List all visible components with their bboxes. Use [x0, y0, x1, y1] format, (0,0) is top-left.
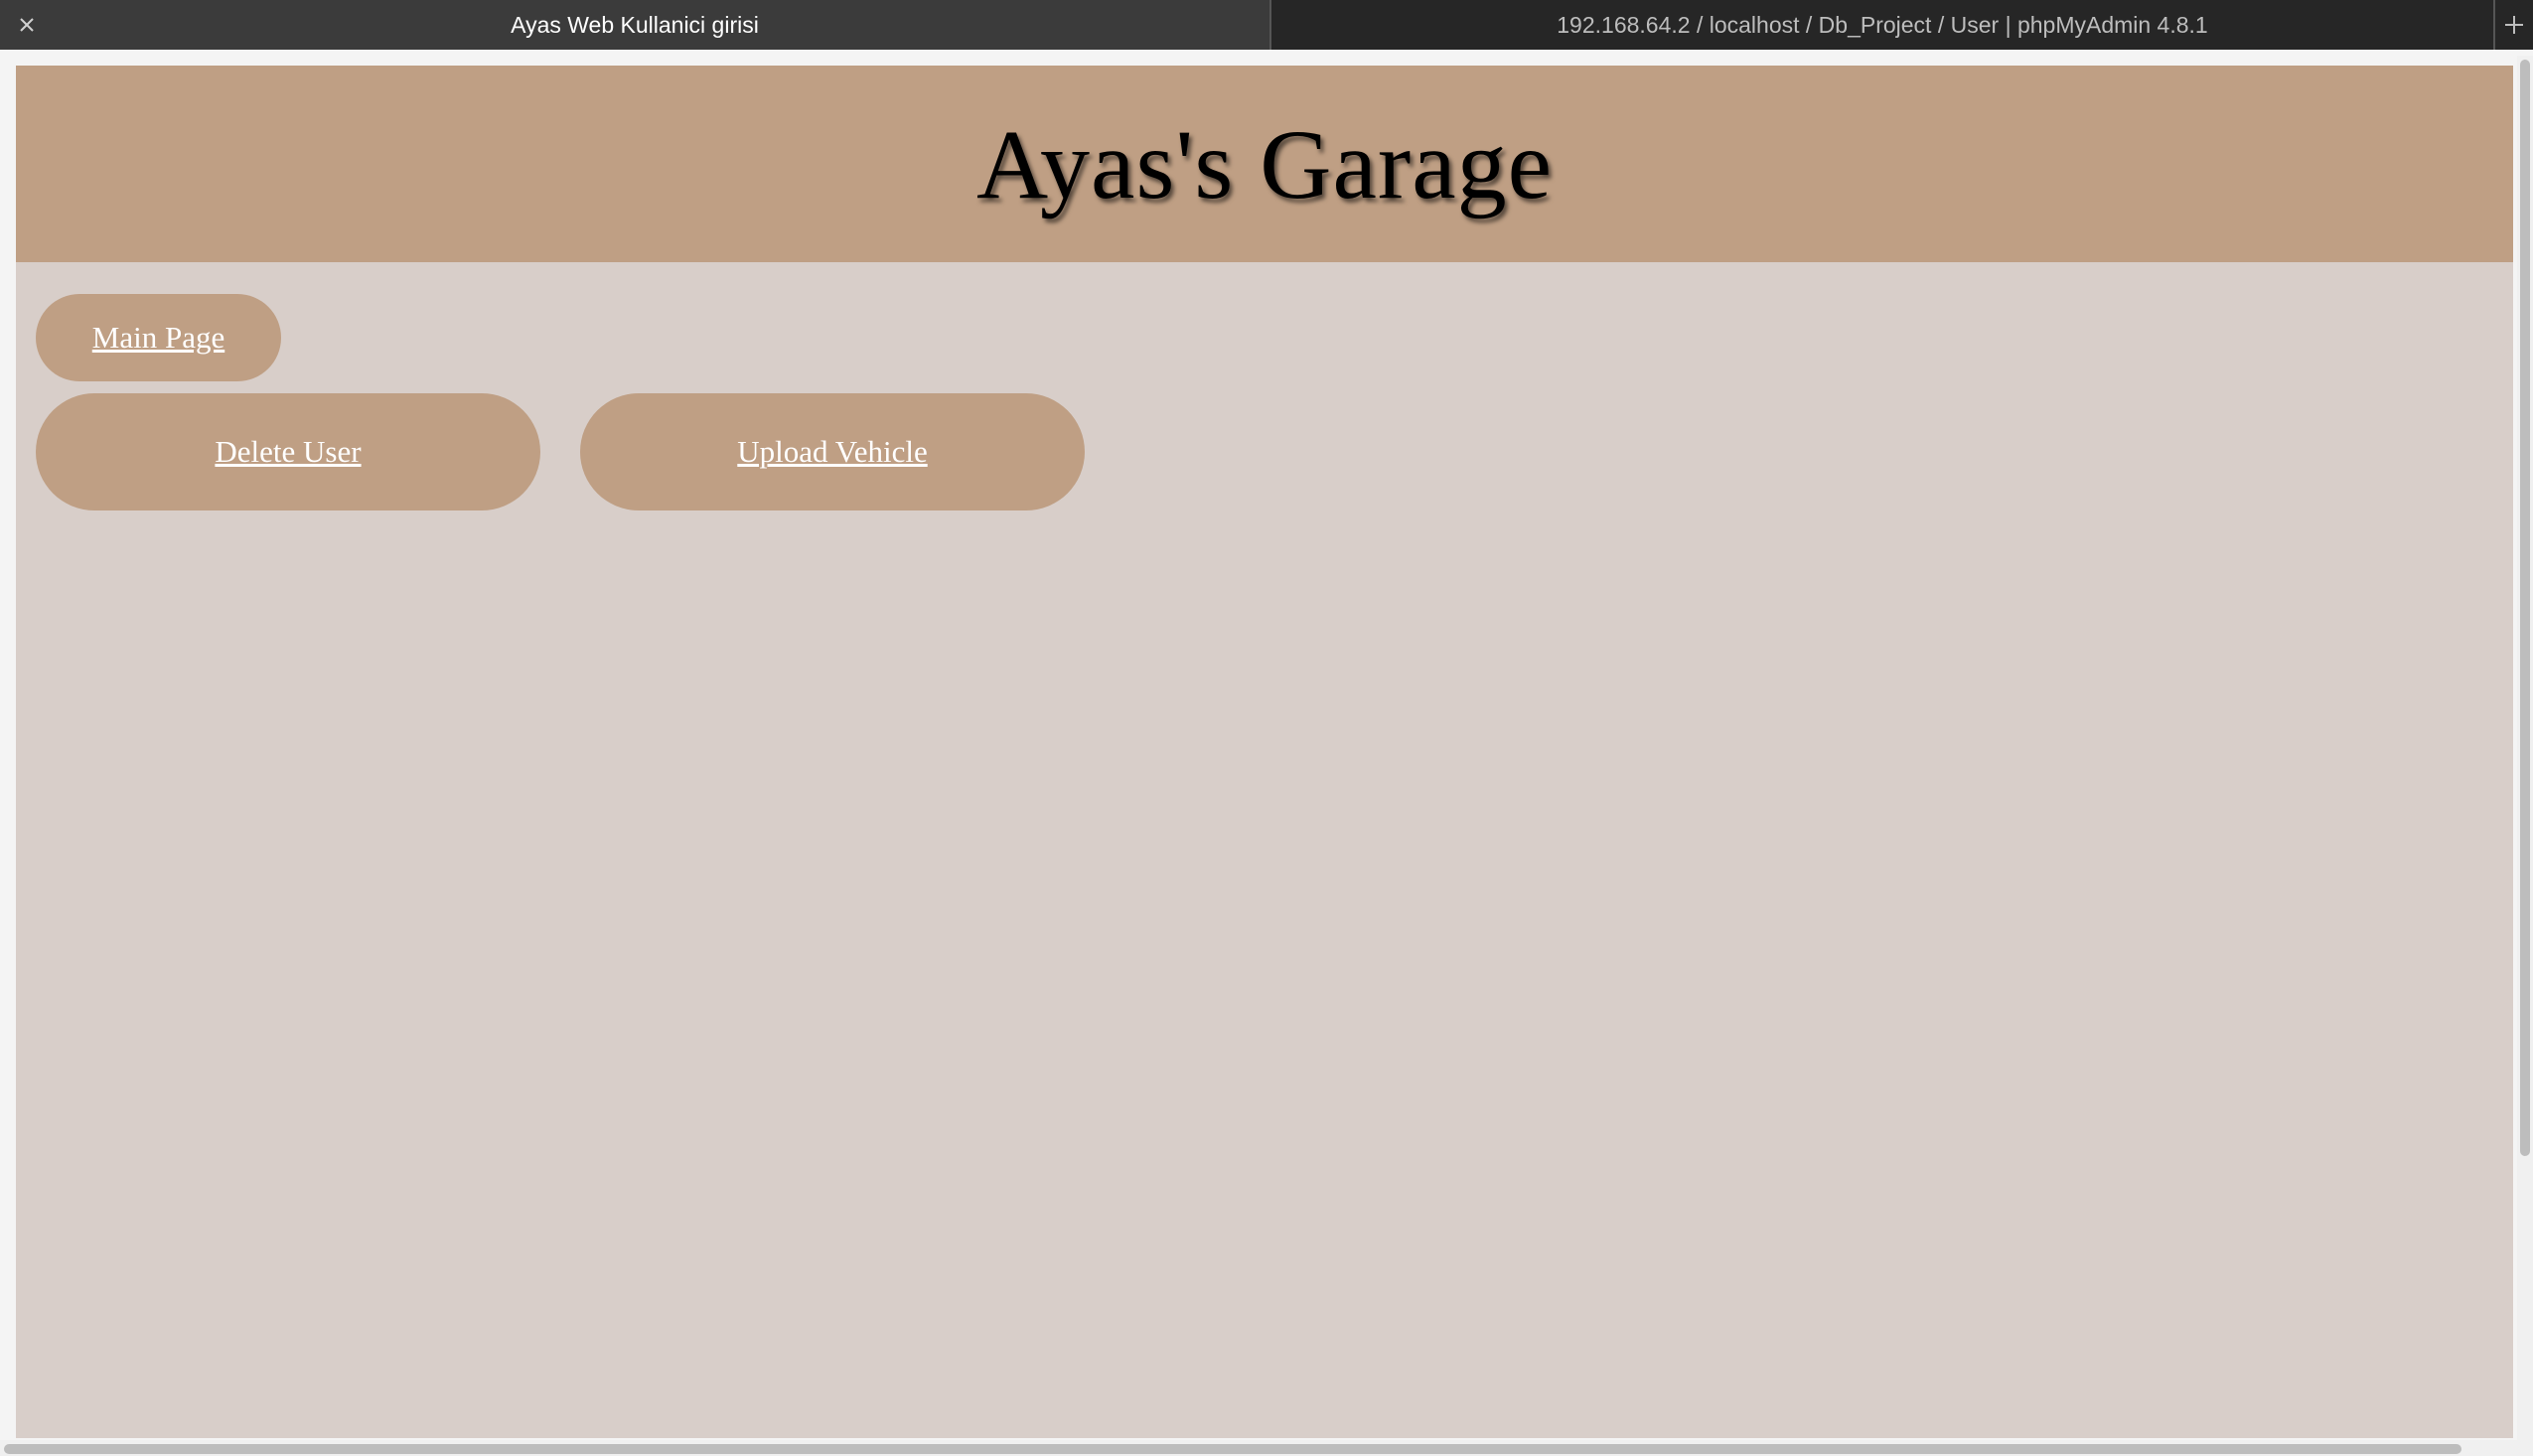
page-title: Ayas's Garage [976, 108, 1553, 219]
vertical-scrollbar-thumb[interactable] [2520, 60, 2530, 1156]
close-icon[interactable] [12, 10, 42, 40]
site-header: Ayas's Garage [16, 66, 2513, 262]
tab-phpmyadmin[interactable]: 192.168.64.2 / localhost / Db_Project / … [1271, 0, 2493, 50]
browser-tab-bar: Ayas Web Kullanici girisi 192.168.64.2 /… [0, 0, 2533, 50]
new-tab-button[interactable] [2493, 0, 2533, 50]
main-page-button[interactable]: Main Page [36, 294, 281, 381]
vertical-scrollbar[interactable] [2517, 56, 2533, 1456]
close-icon-glyph [20, 18, 34, 32]
tab-label: Ayas Web Kullanici girisi [511, 11, 759, 38]
tab-ayas-web[interactable]: Ayas Web Kullanici girisi [0, 0, 1271, 50]
horizontal-scrollbar[interactable] [0, 1440, 2517, 1456]
horizontal-scrollbar-thumb[interactable] [4, 1444, 2461, 1454]
tab-label: 192.168.64.2 / localhost / Db_Project / … [1557, 11, 2208, 38]
page-viewport: Ayas's Garage Main Page Delete User Uplo… [16, 66, 2513, 1438]
plus-icon [2505, 16, 2523, 34]
delete-user-button[interactable]: Delete User [36, 393, 540, 510]
upload-vehicle-button[interactable]: Upload Vehicle [580, 393, 1085, 510]
